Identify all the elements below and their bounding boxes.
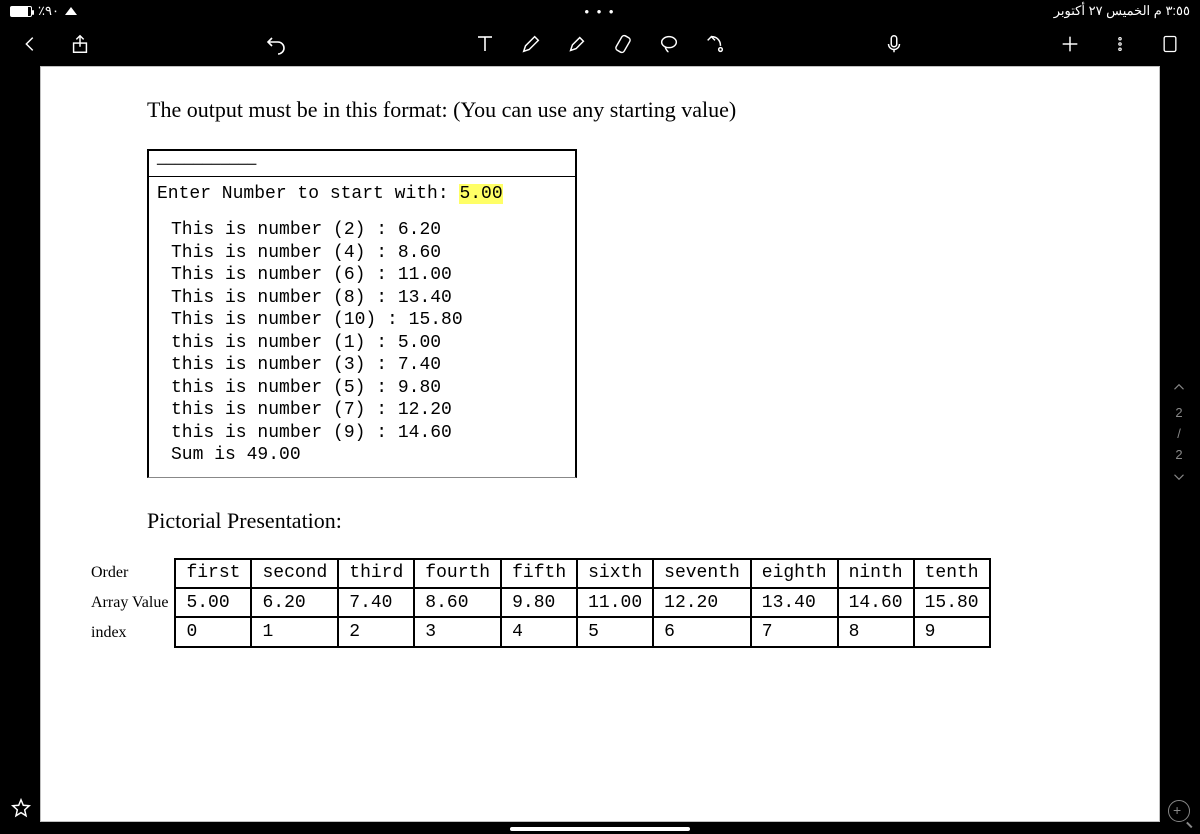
wifi-icon: [65, 7, 77, 15]
image-tool-button[interactable]: [703, 32, 727, 56]
mic-button[interactable]: [882, 32, 906, 56]
add-button[interactable]: [1058, 32, 1082, 56]
console-body: This is number (2) : 6.20 This is number…: [157, 219, 567, 467]
console-line: This is number (6) : 11.00: [171, 264, 567, 287]
status-bar: ٪٩٠ • • • ٣:٥٥ م الخميس ٢٧ أكتوبر: [0, 0, 1200, 22]
page-current: 2: [1175, 405, 1182, 420]
battery-percent: ٪٩٠: [38, 3, 59, 19]
share-button[interactable]: [68, 32, 92, 56]
table-row-labels: Order Array Value index: [91, 558, 174, 648]
row-label: Order: [91, 564, 168, 582]
table-row: 0123456789: [175, 617, 989, 646]
undo-button[interactable]: [264, 32, 288, 56]
console-line: this is number (5) : 9.80: [171, 377, 567, 400]
more-button[interactable]: [1108, 32, 1132, 56]
console-line: This is number (4) : 8.60: [171, 242, 567, 265]
document-page: The output must be in this format: (You …: [40, 66, 1160, 822]
lasso-tool-button[interactable]: [657, 32, 681, 56]
page-sep: /: [1177, 426, 1181, 441]
status-datetime: ٣:٥٥ م الخميس ٢٧ أكتوبر: [1054, 3, 1190, 19]
console-line: this is number (7) : 12.20: [171, 399, 567, 422]
console-line: Sum is 49.00: [171, 444, 567, 467]
text-tool-button[interactable]: [473, 32, 497, 56]
console-top-fragment: ـــــــــــ: [149, 151, 575, 177]
console-line: This is number (2) : 6.20: [171, 219, 567, 242]
favorite-button[interactable]: [10, 797, 32, 824]
pen-tool-button[interactable]: [519, 32, 543, 56]
table-row: firstsecondthirdfourthfifthsixthseventhe…: [175, 559, 989, 588]
console-line: This is number (10) : 15.80: [171, 309, 567, 332]
document-heading: The output must be in this format: (You …: [147, 97, 1109, 123]
console-line: this is number (9) : 14.60: [171, 422, 567, 445]
row-label: index: [91, 624, 168, 642]
console-prompt-value: 5.00: [459, 184, 502, 204]
battery-icon: [10, 6, 32, 17]
console-output: ـــــــــــ Enter Number to start with: …: [147, 149, 577, 478]
table-row: 5.006.207.408.609.8011.0012.2013.4014.60…: [175, 588, 989, 617]
eraser-tool-button[interactable]: [611, 32, 635, 56]
pages-button[interactable]: [1158, 32, 1182, 56]
page-total: 2: [1175, 447, 1182, 462]
row-label: Array Value: [91, 594, 168, 612]
pictorial-heading: Pictorial Presentation:: [147, 508, 1109, 534]
console-prompt-label: Enter Number to start with:: [157, 184, 459, 204]
multitask-dots-icon[interactable]: • • •: [585, 4, 616, 19]
scroll-down-button[interactable]: [1170, 468, 1188, 489]
home-indicator[interactable]: [510, 827, 690, 831]
scroll-up-button[interactable]: [1170, 378, 1188, 399]
highlighter-tool-button[interactable]: [565, 32, 589, 56]
toolbar: [0, 22, 1200, 66]
array-table: firstsecondthirdfourthfifthsixthseventhe…: [174, 558, 990, 648]
console-line: this is number (3) : 7.40: [171, 354, 567, 377]
right-side-controls: 2 / 2: [1164, 66, 1194, 822]
zoom-in-button[interactable]: [1168, 800, 1190, 822]
console-line: This is number (8) : 13.40: [171, 287, 567, 310]
back-button[interactable]: [18, 32, 42, 56]
console-line: this is number (1) : 5.00: [171, 332, 567, 355]
